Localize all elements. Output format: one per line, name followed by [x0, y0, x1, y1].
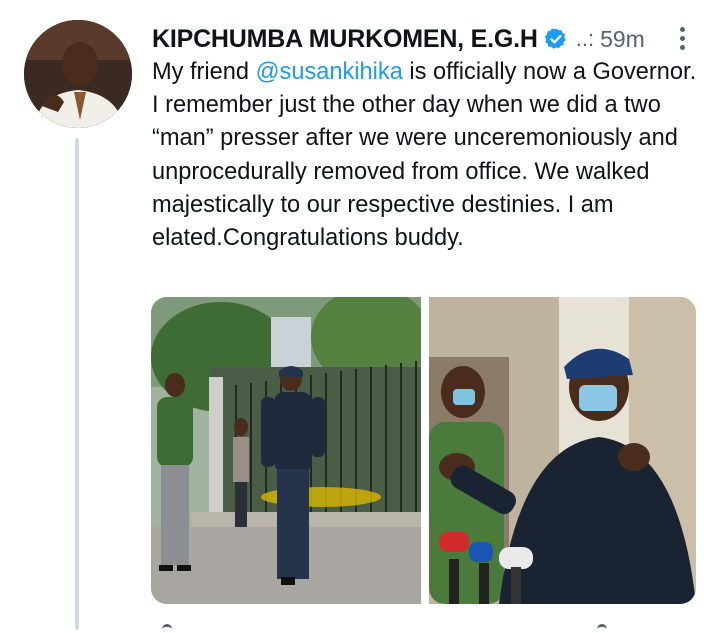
tweet-photo-2[interactable]: [429, 297, 696, 604]
avatar-photo: [24, 20, 132, 128]
mention-link[interactable]: @susankihika: [256, 59, 403, 85]
tweet-header: KIPCHUMBA MURKOMEN, E.G.H ..: 59m: [152, 22, 700, 56]
tweet-text-part: My friend: [152, 59, 256, 85]
author-name[interactable]: KIPCHUMBA MURKOMEN, E.G.H: [152, 25, 538, 54]
thread-connector-line: [75, 138, 79, 630]
tweet-text-part: is officially now a Governor. I remember…: [152, 59, 697, 252]
author-handle[interactable]: ..:: [576, 26, 594, 52]
author-avatar[interactable]: [24, 20, 132, 128]
photo-press-briefing: [429, 297, 696, 604]
tweet-text: My friend @susankihika is officially now…: [152, 56, 708, 255]
verified-badge-icon: [544, 28, 566, 49]
more-options-icon[interactable]: [678, 24, 686, 54]
photo-walking-outside: [151, 297, 421, 604]
tweet-timestamp[interactable]: 59m: [600, 26, 645, 53]
media-gallery: [151, 297, 696, 604]
tweet-photo-1[interactable]: [151, 297, 421, 604]
reply-icon[interactable]: [162, 624, 172, 633]
share-icon[interactable]: [597, 624, 607, 633]
